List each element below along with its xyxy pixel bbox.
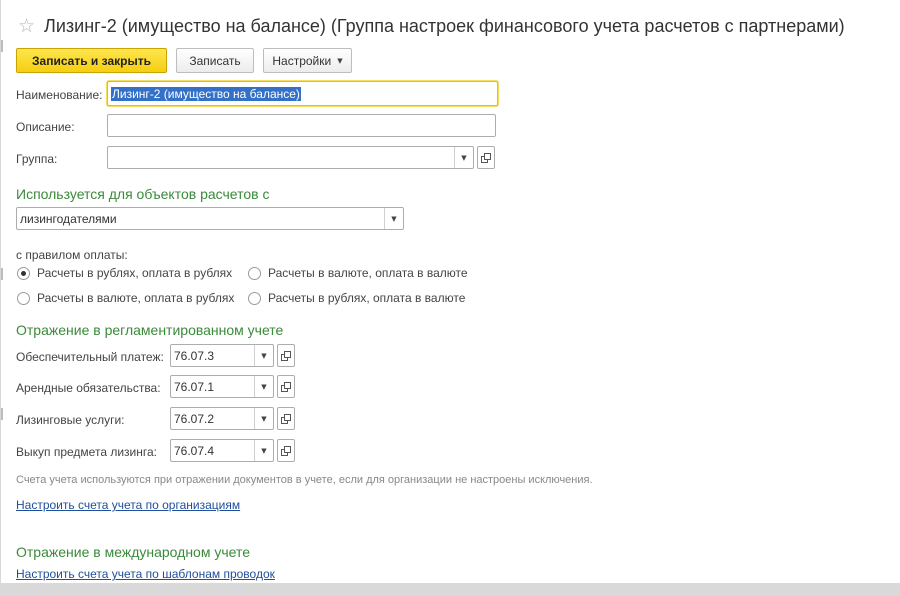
edge-marker [1, 40, 3, 52]
save-and-close-button[interactable]: Записать и закрыть [16, 48, 167, 73]
triangle-down-icon[interactable]: ▼ [254, 440, 273, 461]
counterparty-select[interactable]: лизингодателями ▼ [16, 207, 404, 230]
settlement-heading: Используется для объектов расчетов с [16, 186, 270, 202]
account-label: Лизинговые услуги: [16, 413, 125, 427]
open-window-icon [281, 413, 291, 424]
configure-accounts-by-templates-link[interactable]: Настроить счета учета по шаблонам провод… [16, 567, 275, 581]
counterparty-value: лизингодателями [20, 212, 117, 226]
triangle-down-icon[interactable]: ▼ [254, 345, 273, 366]
name-input[interactable]: Лизинг-2 (имущество на балансе) [107, 81, 498, 106]
group-open-button[interactable] [477, 146, 495, 169]
edge-marker [1, 268, 3, 280]
title-row: ☆ Лизинг-2 (имущество на балансе) (Групп… [18, 12, 845, 40]
triangle-down-icon[interactable]: ▼ [384, 208, 403, 229]
settings-label: Настройки [272, 53, 332, 68]
radio-circle[interactable] [17, 266, 30, 280]
account-select-leasing-services[interactable]: 76.07.2 ▼ [170, 407, 274, 430]
bottom-scroll-area [0, 583, 900, 596]
account-open-button[interactable] [277, 407, 295, 430]
radio-label: Расчеты в валюте, оплата в валюте [268, 266, 468, 280]
regulated-heading: Отражение в регламентированном учете [16, 322, 284, 338]
account-value: 76.07.1 [174, 380, 215, 394]
radio-circle[interactable] [17, 291, 30, 305]
radio-circle[interactable] [248, 291, 261, 305]
account-select-buyout[interactable]: 76.07.4 ▼ [170, 439, 274, 462]
radio-cur-cur[interactable]: Расчеты в валюте, оплата в валюте [248, 265, 468, 281]
international-heading: Отражение в международном учете [16, 544, 251, 560]
name-label: Наименование: [16, 88, 103, 102]
radio-label: Расчеты в рублях, оплата в валюте [268, 291, 466, 305]
edge-marker [1, 408, 3, 420]
chevron-down-icon: ▼ [337, 56, 343, 65]
description-label: Описание: [16, 120, 75, 134]
settings-button[interactable]: Настройки ▼ [263, 48, 352, 73]
open-window-icon [281, 381, 291, 392]
triangle-down-icon[interactable]: ▼ [254, 376, 273, 397]
radio-rub-rub[interactable]: Расчеты в рублях, оплата в рублях [17, 265, 232, 281]
account-select-lease-obligations[interactable]: 76.07.1 ▼ [170, 375, 274, 398]
account-label: Выкуп предмета лизинга: [16, 445, 157, 459]
triangle-down-icon[interactable]: ▼ [254, 408, 273, 429]
radio-rub-cur[interactable]: Расчеты в рублях, оплата в валюте [248, 290, 465, 306]
account-select-security-payment[interactable]: 76.07.3 ▼ [170, 344, 274, 367]
account-value: 76.07.4 [174, 444, 215, 458]
star-icon[interactable]: ☆ [18, 16, 35, 36]
radio-circle[interactable] [248, 266, 261, 280]
configure-accounts-by-org-link[interactable]: Настроить счета учета по организациям [16, 498, 240, 512]
payment-rule-label: с правилом оплаты: [16, 248, 128, 262]
page-title: Лизинг-2 (имущество на балансе) (Группа … [44, 15, 845, 36]
account-open-button[interactable] [277, 439, 295, 462]
group-select[interactable]: ▼ [107, 146, 474, 169]
radio-label: Расчеты в рублях, оплата в рублях [37, 266, 233, 280]
radio-label: Расчеты в валюте, оплата в рублях [37, 291, 235, 305]
account-open-button[interactable] [277, 375, 295, 398]
account-open-button[interactable] [277, 344, 295, 367]
account-label: Арендные обязательства: [16, 381, 161, 395]
account-label: Обеспечительный платеж: [16, 350, 164, 364]
radio-cur-rub[interactable]: Расчеты в валюте, оплата в рублях [17, 290, 234, 306]
save-label: Записать [189, 53, 241, 68]
account-value: 76.07.3 [174, 349, 215, 363]
open-window-icon [281, 350, 291, 361]
open-window-icon [281, 445, 291, 456]
name-value: Лизинг-2 (имущество на балансе) [111, 87, 301, 101]
open-window-icon [481, 152, 491, 163]
group-label: Группа: [16, 152, 58, 166]
triangle-down-icon[interactable]: ▼ [454, 147, 473, 168]
save-and-close-label: Записать и закрыть [32, 53, 151, 68]
form-window: ☆ Лизинг-2 (имущество на балансе) (Групп… [0, 0, 900, 583]
save-button[interactable]: Записать [176, 48, 254, 73]
account-value: 76.07.2 [174, 412, 215, 426]
accounts-hint: Счета учета используются при отражении д… [16, 474, 593, 486]
description-input[interactable] [107, 114, 496, 137]
